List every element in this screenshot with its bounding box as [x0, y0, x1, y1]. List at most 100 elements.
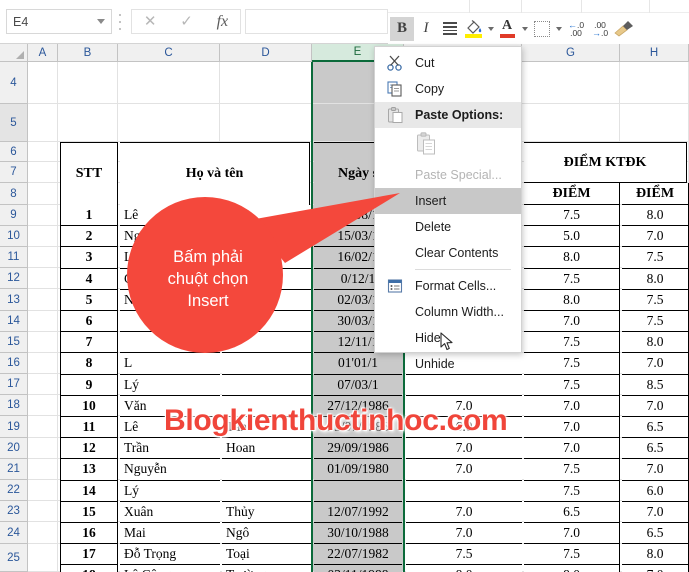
align-icon[interactable] — [438, 17, 462, 41]
cell-h[interactable]: 7.5 — [622, 289, 689, 311]
cell-ho[interactable]: Lê Công — [120, 565, 220, 572]
cell-ten[interactable]: Trường — [222, 565, 312, 572]
cell-h[interactable]: 8.5 — [622, 374, 689, 396]
cell-A8[interactable] — [28, 183, 58, 205]
cell-f[interactable]: 8.0 — [406, 565, 522, 572]
cell-A12[interactable] — [28, 268, 58, 289]
cell-A10[interactable] — [28, 226, 58, 247]
cell-g[interactable]: 8.0 — [524, 289, 620, 311]
cell-h[interactable]: 7.0 — [622, 395, 689, 417]
row-header-9[interactable]: 9 — [0, 205, 28, 226]
row-header-12[interactable]: 12 — [0, 268, 28, 289]
cell-h[interactable]: 7.5 — [622, 247, 689, 269]
row-header-14[interactable]: 14 — [0, 311, 28, 332]
row-header-19[interactable]: 19 — [0, 416, 28, 438]
cell-dob[interactable]: 07/03/1 — [314, 374, 402, 396]
row-header-23[interactable]: 23 — [0, 501, 28, 522]
cell-H5[interactable] — [620, 104, 689, 142]
column-header-d[interactable]: D — [220, 44, 312, 62]
row-header-16[interactable]: 16 — [0, 353, 28, 374]
row-header-20[interactable]: 20 — [0, 438, 28, 459]
cell-A22[interactable] — [28, 480, 58, 501]
cell-g[interactable]: 7.5 — [524, 332, 620, 354]
cell-stt[interactable]: 18 — [60, 565, 118, 572]
row-header-4[interactable]: 4 — [0, 62, 28, 104]
name-box[interactable]: E4 — [6, 9, 112, 34]
cell-h[interactable]: 7.0 — [622, 459, 689, 481]
cell-C5[interactable] — [118, 104, 220, 142]
cell-g[interactable]: 7.5 — [524, 268, 620, 290]
cell-A24[interactable] — [28, 522, 58, 544]
cell-A5[interactable] — [28, 104, 58, 142]
cell-g[interactable]: 7.0 — [524, 438, 620, 460]
cell-H4[interactable] — [620, 62, 689, 104]
column-header-a[interactable]: A — [28, 44, 58, 62]
cell-stt[interactable]: 17 — [60, 544, 118, 566]
cell-ho[interactable]: Đỗ Trọng — [120, 544, 220, 566]
cell-A21[interactable] — [28, 459, 58, 480]
cell-ten[interactable] — [222, 459, 312, 481]
cell-f[interactable]: 7.0 — [406, 459, 522, 481]
cell-ten[interactable] — [222, 480, 312, 502]
borders-icon[interactable] — [530, 17, 554, 41]
cell-A25[interactable] — [28, 544, 58, 572]
cell-stt[interactable]: 10 — [60, 395, 118, 417]
cell-B5[interactable] — [58, 104, 118, 142]
cell-A9[interactable] — [28, 205, 58, 226]
row-header-10[interactable]: 10 — [0, 226, 28, 247]
cell-ten[interactable]: Ngô — [222, 523, 312, 545]
bold-button[interactable]: B — [390, 16, 414, 41]
cell-g[interactable]: 8.0 — [524, 565, 620, 572]
cell-dob[interactable]: 30/10/1988 — [314, 523, 402, 545]
cell-A20[interactable] — [28, 438, 58, 459]
cell-A14[interactable] — [28, 311, 58, 332]
cell-h[interactable]: 7.0 — [622, 226, 689, 248]
cell-dob[interactable]: 29/09/1986 — [314, 438, 402, 460]
borders-dropdown-icon[interactable] — [554, 17, 564, 41]
cell-ten[interactable]: Thủy — [222, 501, 312, 523]
column-header-g[interactable]: G — [522, 44, 620, 62]
insert-function-icon[interactable]: fx — [217, 13, 229, 30]
cell-stt[interactable]: 12 — [60, 438, 118, 460]
font-color-dropdown-icon[interactable] — [520, 17, 530, 41]
cell-h[interactable]: 7.5 — [622, 311, 689, 333]
cancel-icon[interactable]: ✕ — [144, 14, 157, 29]
cell-f[interactable] — [406, 374, 522, 396]
select-all-corner[interactable] — [0, 44, 28, 62]
cell-h[interactable]: 6.5 — [622, 438, 689, 460]
cell-g[interactable]: 7.5 — [524, 459, 620, 481]
cell-dob[interactable]: 01/09/1980 — [314, 459, 402, 481]
cell-ho[interactable]: Nguyễn — [120, 459, 220, 481]
cell-h[interactable]: 8.0 — [622, 332, 689, 354]
cell-h[interactable]: 6.0 — [622, 480, 689, 502]
cell-g[interactable]: 7.0 — [524, 417, 620, 439]
format-painter-icon[interactable] — [612, 17, 636, 41]
cell-dob[interactable]: 03/11/1988 — [314, 565, 402, 572]
cell-stt[interactable]: 16 — [60, 523, 118, 545]
row-header-7[interactable]: 7 — [0, 162, 28, 183]
cell-ho[interactable]: Lý — [120, 374, 220, 396]
column-header-b[interactable]: B — [58, 44, 118, 62]
cell-h[interactable]: 7.0 — [622, 565, 689, 572]
italic-button[interactable]: I — [414, 17, 438, 41]
cell-C4[interactable] — [118, 62, 220, 104]
cell-stt[interactable]: 8 — [60, 353, 118, 375]
cell-g[interactable]: 7.5 — [524, 353, 620, 375]
cell-A13[interactable] — [28, 289, 58, 311]
cell-ho[interactable]: Lý — [120, 480, 220, 502]
row-header-8[interactable]: 8 — [0, 183, 28, 205]
cell-g[interactable]: 7.0 — [524, 523, 620, 545]
cell-h[interactable]: 6.5 — [622, 523, 689, 545]
cell-h[interactable]: 8.0 — [622, 544, 689, 566]
cell-ten[interactable] — [222, 374, 312, 396]
cell-A15[interactable] — [28, 332, 58, 353]
row-header-6[interactable]: 6 — [0, 142, 28, 162]
cell-g[interactable]: 8.0 — [524, 247, 620, 269]
cell-h[interactable]: 6.5 — [622, 417, 689, 439]
cell-A23[interactable] — [28, 501, 58, 522]
cell-g[interactable]: 7.5 — [524, 480, 620, 502]
cell-ho[interactable]: Trần — [120, 438, 220, 460]
cell-stt[interactable]: 13 — [60, 459, 118, 481]
cell-A19[interactable] — [28, 416, 58, 438]
cell-G5[interactable] — [522, 104, 620, 142]
